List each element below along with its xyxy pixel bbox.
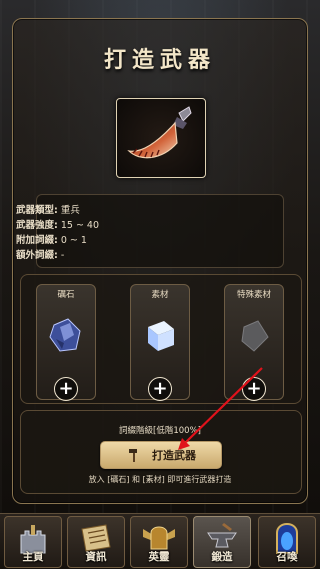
- nav-home[interactable]: 主頁: [4, 516, 62, 568]
- nav-summon[interactable]: 召喚: [258, 516, 316, 568]
- hammer-icon: [129, 449, 137, 462]
- slot-label: 特殊素材: [236, 290, 271, 300]
- weapon-preview: [116, 98, 206, 178]
- nav-info[interactable]: 資訊: [67, 516, 125, 568]
- affix-tier-text: 詞綴階級[低階100%]: [119, 426, 201, 436]
- crystal-cube-icon: [148, 321, 174, 351]
- slot-special-material[interactable]: 特殊素材 +: [224, 284, 284, 401]
- stat-strength: 武器強度: 15 ~ 40: [16, 220, 100, 231]
- page-title: 打造武器: [103, 47, 216, 73]
- slot-label: 礪石: [57, 290, 75, 300]
- slot-material[interactable]: 素材 +: [130, 284, 190, 401]
- add-material-button[interactable]: +: [148, 377, 172, 401]
- slot-whetstone[interactable]: 礪石 +: [36, 284, 96, 401]
- craft-button-label: 打造武器: [152, 449, 196, 462]
- craft-weapon-button[interactable]: 打造武器: [100, 441, 222, 469]
- slot-label: 素材: [151, 290, 169, 300]
- stat-affix: 附加詞綴: 0 ~ 1: [16, 235, 87, 246]
- grey-stone-icon: [241, 320, 269, 352]
- stat-extra-affix: 額外詞綴: -: [16, 250, 65, 261]
- nav-heroes[interactable]: 英靈: [130, 516, 188, 568]
- curved-blade-icon: [127, 106, 192, 159]
- stat-type: 武器類型: 重兵: [16, 205, 80, 216]
- add-whetstone-button[interactable]: +: [54, 377, 78, 401]
- nav-forge[interactable]: 鍛造: [193, 516, 251, 568]
- blue-ore-icon: [49, 318, 81, 352]
- add-special-material-button[interactable]: +: [242, 377, 266, 401]
- craft-hint: 放入 [礪石] 和 [素材] 即可進行武器打造: [88, 475, 232, 484]
